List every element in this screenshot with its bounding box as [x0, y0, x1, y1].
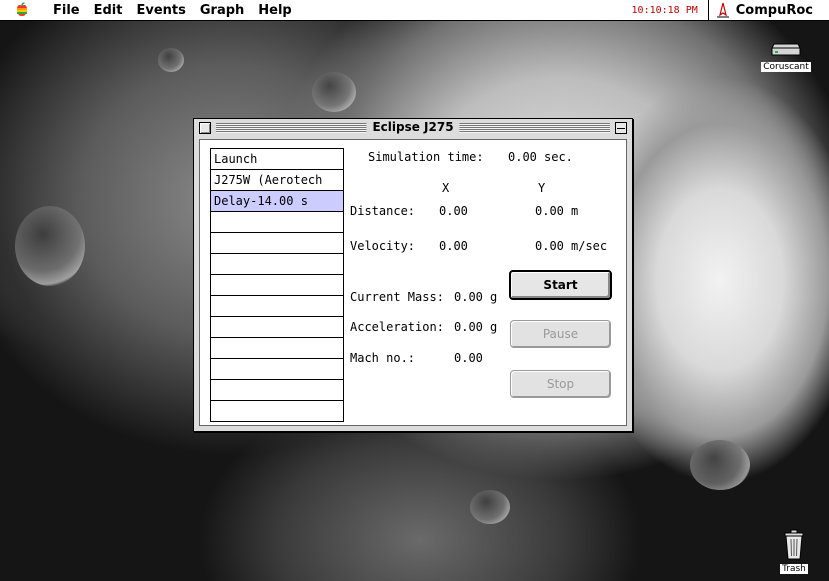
- window-content: Launch J275W (Aerotech Delay-14.00 s Sim…: [199, 139, 627, 426]
- menu-events[interactable]: Events: [129, 3, 192, 18]
- list-item[interactable]: [211, 338, 343, 359]
- list-item[interactable]: [211, 317, 343, 338]
- desktop-icon-coruscant[interactable]: Coruscant: [758, 42, 814, 72]
- menu-graph[interactable]: Graph: [193, 3, 251, 18]
- velocity-y-value: 0.00: [535, 239, 564, 253]
- distance-label: Distance:: [350, 204, 416, 218]
- current-mass-unit: g: [490, 290, 498, 304]
- menu-bar-right: 10:10:18 PM CompuRoc: [632, 0, 829, 20]
- velocity-x-value: 0.00: [439, 239, 468, 253]
- close-box-icon[interactable]: [199, 122, 211, 134]
- trash-icon: [784, 529, 804, 560]
- velocity-label: Velocity:: [350, 239, 416, 253]
- distance-unit: m: [571, 204, 579, 218]
- menu-divider: [707, 0, 709, 20]
- crater: [158, 48, 184, 72]
- menu-bar: File Edit Events Graph Help 10:10:18 PM …: [0, 0, 829, 21]
- menu-help[interactable]: Help: [251, 3, 298, 18]
- start-button[interactable]: Start: [509, 270, 612, 300]
- hard-disk-icon: [771, 43, 801, 56]
- menu-clock[interactable]: 10:10:18 PM: [632, 5, 698, 16]
- zoom-box-icon[interactable]: [615, 122, 627, 134]
- simulation-time-label: Simulation time:: [368, 150, 484, 164]
- distance-y-value: 0.00: [535, 204, 564, 218]
- list-item[interactable]: [211, 233, 343, 254]
- pause-button[interactable]: Pause: [510, 320, 611, 348]
- crater: [690, 440, 750, 490]
- list-item[interactable]: J275W (Aerotech: [211, 170, 343, 191]
- column-header-y: Y: [538, 181, 546, 195]
- velocity-unit: m/sec: [571, 239, 608, 253]
- list-item[interactable]: [211, 380, 343, 401]
- list-item[interactable]: [211, 359, 343, 380]
- menu-file[interactable]: File: [46, 3, 87, 18]
- eclipse-window: Eclipse J275 Launch J275W (Aerotech Dela…: [193, 118, 633, 432]
- desktop-icon-trash[interactable]: Trash: [774, 528, 814, 574]
- list-item-selected[interactable]: Delay-14.00 s: [211, 191, 343, 212]
- distance-x-value: 0.00: [439, 204, 468, 218]
- acceleration-value: 0.00: [454, 320, 483, 334]
- menu-edit[interactable]: Edit: [87, 3, 130, 18]
- crater: [312, 72, 356, 112]
- crater: [470, 490, 510, 524]
- simulation-time-value: 0.00: [508, 150, 537, 164]
- window-title-bar[interactable]: Eclipse J275: [194, 119, 632, 137]
- crater: [15, 206, 85, 286]
- list-item[interactable]: Launch: [211, 149, 343, 170]
- application-menu[interactable]: CompuRoc: [736, 3, 813, 18]
- desktop-icon-label: Trash: [780, 564, 808, 574]
- simulation-time-unit: sec.: [544, 150, 573, 164]
- acceleration-unit: g: [490, 320, 498, 334]
- list-item[interactable]: [211, 275, 343, 296]
- current-mass-value: 0.00: [454, 290, 483, 304]
- current-mass-label: Current Mass:: [350, 290, 444, 304]
- window-title: Eclipse J275: [366, 120, 460, 134]
- mach-value: 0.00: [454, 351, 483, 365]
- apple-menu-icon[interactable]: [14, 2, 30, 18]
- rocket-app-icon[interactable]: [715, 2, 731, 18]
- event-list[interactable]: Launch J275W (Aerotech Delay-14.00 s: [210, 148, 344, 422]
- list-item[interactable]: [211, 212, 343, 233]
- mach-label: Mach no.:: [350, 351, 416, 365]
- desktop-icon-label: Coruscant: [761, 62, 811, 72]
- acceleration-label: Acceleration:: [350, 320, 444, 334]
- list-item[interactable]: [211, 401, 343, 421]
- list-item[interactable]: [211, 254, 343, 275]
- stop-button[interactable]: Stop: [510, 370, 611, 398]
- column-header-x: X: [442, 181, 450, 195]
- list-item[interactable]: [211, 296, 343, 317]
